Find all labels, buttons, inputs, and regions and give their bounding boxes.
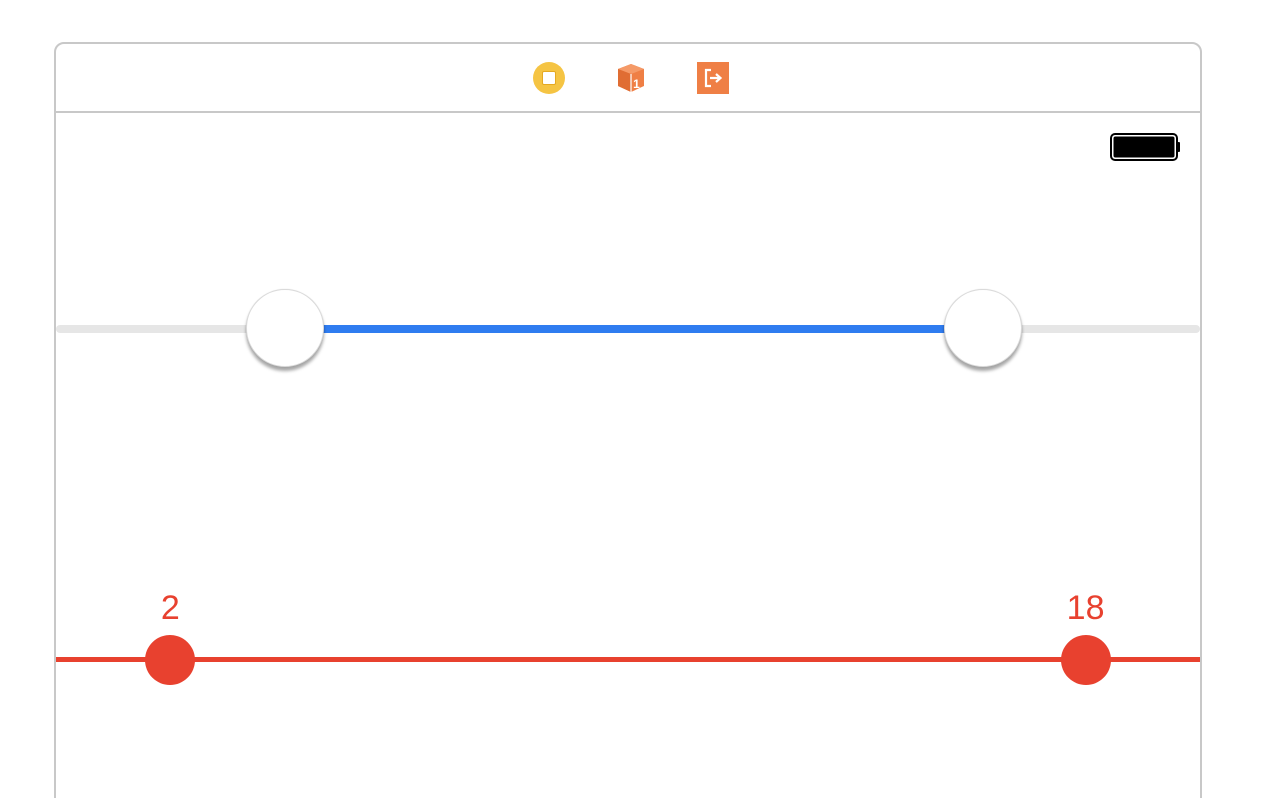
range-slider-selected-range bbox=[284, 325, 983, 333]
value-slider-upper-label: 18 bbox=[1066, 589, 1105, 627]
exit-icon[interactable] bbox=[696, 61, 730, 95]
status-bar bbox=[56, 113, 1200, 161]
value-slider-lower-thumb[interactable] bbox=[145, 635, 196, 685]
battery-full-icon bbox=[1110, 133, 1180, 161]
scene-dock: 1 bbox=[56, 44, 1200, 113]
value-slider-lower-label: 2 bbox=[160, 589, 180, 627]
range-slider[interactable] bbox=[56, 284, 1200, 374]
value-slider-upper-thumb[interactable] bbox=[1060, 635, 1111, 685]
svg-text:1: 1 bbox=[633, 77, 640, 91]
view-controller-icon[interactable] bbox=[532, 61, 566, 95]
first-responder-icon[interactable]: 1 bbox=[614, 61, 648, 95]
storyboard-canvas: 1 2 18 bbox=[0, 0, 1274, 798]
value-slider[interactable]: 2 18 bbox=[56, 584, 1200, 704]
range-slider-upper-thumb[interactable] bbox=[943, 289, 1022, 367]
view-controller-scene[interactable]: 1 2 18 bbox=[54, 42, 1202, 798]
value-slider-track bbox=[56, 657, 1200, 662]
range-slider-lower-thumb[interactable] bbox=[245, 289, 324, 367]
